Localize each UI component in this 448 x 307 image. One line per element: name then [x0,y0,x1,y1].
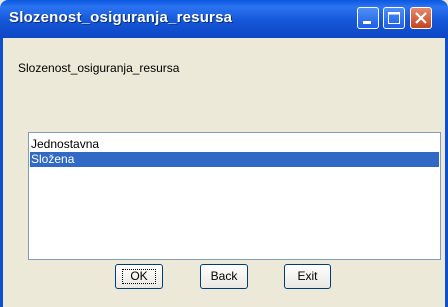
list-item-selected[interactable]: Složena [30,152,439,167]
back-button[interactable]: Back [200,264,248,289]
maximize-icon [388,12,400,24]
prompt-label: Slozenost_osiguranja_resursa [18,61,180,75]
close-button[interactable] [410,7,432,29]
options-listbox[interactable]: Jednostavna Složena [28,132,441,260]
list-item[interactable]: Jednostavna [30,137,439,152]
window-title: Slozenost_osiguranja_resursa [9,9,233,26]
window-border-left [0,38,3,307]
maximize-button[interactable] [383,7,405,29]
title-bar[interactable]: Slozenost_osiguranja_resursa [0,0,448,38]
ok-button[interactable]: OK [115,264,163,289]
close-icon [415,12,427,24]
minimize-icon [363,21,371,24]
minimize-button[interactable] [357,7,379,29]
dialog-window: Slozenost_osiguranja_resursa Slozenost_o… [0,0,448,307]
exit-button[interactable]: Exit [284,264,331,289]
